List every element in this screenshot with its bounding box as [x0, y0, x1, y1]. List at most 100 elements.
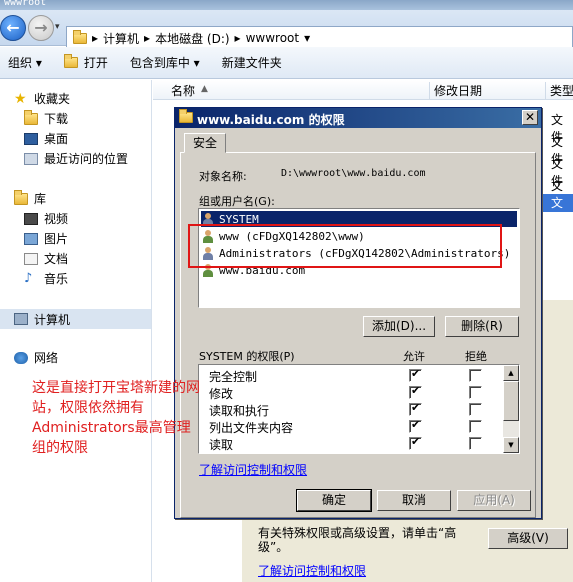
behind-learn-link[interactable]: 了解访问控制和权限	[258, 562, 366, 579]
deny-checkbox[interactable]	[469, 403, 482, 416]
tab-security[interactable]: 安全	[184, 133, 226, 153]
sidebar-item-libraries[interactable]: 库	[14, 189, 47, 207]
sidebar-item-music[interactable]: ♪ 音乐	[24, 270, 68, 287]
list-item[interactable]: Administrators (cFDgXQ142802\Administrat…	[201, 245, 517, 261]
computer-icon	[14, 313, 28, 325]
user-name: www.baidu.com	[219, 263, 306, 277]
user-group-icon	[201, 246, 215, 260]
allow-checkbox[interactable]	[409, 367, 422, 382]
sidebar-item-label: 桌面	[44, 132, 69, 146]
sidebar-item-documents[interactable]: 文档	[24, 250, 68, 267]
groups-label: 组或用户名(G):	[199, 195, 275, 208]
sidebar-item-videos[interactable]: 视频	[24, 210, 68, 227]
deny-checkbox[interactable]	[469, 386, 482, 399]
scroll-thumb[interactable]	[503, 381, 519, 421]
sidebar-item-recent[interactable]: 最近访问的位置	[24, 150, 128, 167]
deny-header: 拒绝	[465, 350, 487, 363]
folder-icon	[179, 109, 193, 123]
sidebar-item-computer[interactable]: 计算机	[0, 309, 151, 329]
object-name-label: 对象名称:	[199, 170, 247, 183]
learn-access-control-link[interactable]: 了解访问控制和权限	[199, 461, 307, 478]
allow-checkbox[interactable]	[409, 384, 422, 399]
table-row: 列出文件夹内容	[209, 418, 499, 435]
table-row: 完全控制	[209, 367, 499, 384]
allow-checkbox[interactable]	[409, 418, 422, 433]
open-folder-icon	[63, 54, 78, 68]
permissions-scrollbar[interactable]: ▲ ▼	[503, 365, 519, 453]
history-dropdown-button[interactable]: ▾	[55, 22, 60, 32]
command-bar: 组织 ▾ 打开 包含到库中 ▾ 新建文件夹	[0, 47, 573, 79]
pictures-icon	[24, 232, 38, 245]
breadcrumb-dropdown[interactable]: ▾	[304, 31, 310, 45]
deny-checkbox[interactable]	[469, 420, 482, 433]
user-name: www (cFDgXQ142802\www)	[219, 229, 365, 243]
star-icon: ★	[14, 90, 27, 107]
add-button[interactable]: 添加(D)...	[363, 316, 435, 337]
new-folder-button[interactable]: 新建文件夹	[222, 54, 282, 71]
window-title: wwwroot	[4, 0, 47, 8]
column-name[interactable]: 名称	[171, 82, 195, 99]
user-name: Administrators (cFDgXQ142802\Administrat…	[219, 246, 511, 260]
advanced-button[interactable]: 高级(V)	[488, 528, 568, 549]
organize-button[interactable]: 组织 ▾	[8, 54, 42, 71]
sidebar-item-favorites[interactable]: ★ 收藏夹	[14, 90, 70, 107]
sidebar-item-label: 视频	[44, 212, 69, 226]
downloads-folder-icon	[24, 109, 38, 125]
forward-button[interactable]: →	[28, 15, 54, 41]
breadcrumb-separator: ▸	[144, 31, 151, 45]
sidebar-item-label: 图片	[44, 232, 69, 246]
sidebar-item-label: 下载	[44, 112, 69, 126]
user-icon	[201, 229, 215, 243]
table-row: 读取和执行	[209, 401, 499, 418]
sidebar-item-downloads[interactable]: 下载	[24, 109, 69, 127]
column-header: 名称 ▲ 修改日期 类型	[153, 80, 573, 100]
dialog-title: www.baidu.com 的权限	[197, 113, 345, 127]
type-cell-selected: 文件	[543, 194, 573, 227]
list-item[interactable]: www.baidu.com	[201, 262, 517, 278]
permissions-dialog: www.baidu.com 的权限 ✕ 安全 对象名称: D:\wwwroot\…	[174, 107, 542, 519]
sidebar-item-network[interactable]: 网络	[14, 349, 58, 366]
folder-icon	[73, 29, 87, 44]
scroll-down-button[interactable]: ▼	[503, 437, 519, 453]
remove-button[interactable]: 删除(R)	[445, 316, 519, 337]
cancel-button[interactable]: 取消	[377, 490, 451, 511]
apply-button[interactable]: 应用(A)	[457, 490, 531, 511]
advanced-settings-hint: 有关特殊权限或高级设置，请单击“高级”。	[258, 526, 457, 554]
sidebar-item-label: 文档	[44, 252, 69, 266]
breadcrumb-computer[interactable]: 计算机	[103, 30, 139, 47]
permission-name: 读取	[209, 438, 234, 452]
user-icon	[201, 263, 215, 277]
deny-checkbox[interactable]	[469, 369, 482, 382]
table-row: 读取	[209, 435, 499, 452]
column-type[interactable]: 类型	[545, 82, 573, 99]
table-row: 修改	[209, 384, 499, 401]
sidebar-item-label: 音乐	[44, 272, 69, 286]
list-item[interactable]: www (cFDgXQ142802\www)	[201, 228, 517, 244]
breadcrumb-local-disk[interactable]: 本地磁盘 (D:)	[155, 30, 229, 47]
users-list[interactable]: SYSTEM www (cFDgXQ142802\www) Administra…	[198, 208, 520, 308]
dialog-titlebar: www.baidu.com 的权限 ✕	[175, 108, 541, 128]
ok-button[interactable]: 确定	[296, 489, 372, 512]
include-in-library-button[interactable]: 包含到库中 ▾	[130, 54, 200, 71]
music-note-icon: ♪	[24, 270, 33, 286]
library-icon	[14, 189, 28, 205]
open-button[interactable]: 打开	[63, 54, 108, 71]
sidebar-item-label: 库	[34, 192, 47, 206]
open-button-label: 打开	[83, 56, 108, 70]
video-icon	[24, 212, 38, 225]
deny-checkbox[interactable]	[469, 437, 482, 450]
scroll-up-button[interactable]: ▲	[503, 365, 519, 381]
permission-name: 修改	[209, 387, 234, 401]
allow-checkbox[interactable]	[409, 435, 422, 450]
sidebar-item-desktop[interactable]: 桌面	[24, 130, 68, 147]
allow-checkbox[interactable]	[409, 401, 422, 416]
column-modified-date[interactable]: 修改日期	[429, 82, 482, 99]
list-item[interactable]: SYSTEM	[201, 211, 517, 227]
back-button[interactable]: ←	[0, 15, 26, 41]
arrow-left-icon: ←	[6, 18, 20, 37]
recent-places-icon	[24, 152, 38, 165]
sidebar-item-label: 收藏夹	[34, 92, 71, 106]
close-button[interactable]: ✕	[522, 110, 538, 125]
sidebar-item-pictures[interactable]: 图片	[24, 230, 68, 247]
breadcrumb-wwwroot[interactable]: wwwroot	[246, 31, 300, 45]
